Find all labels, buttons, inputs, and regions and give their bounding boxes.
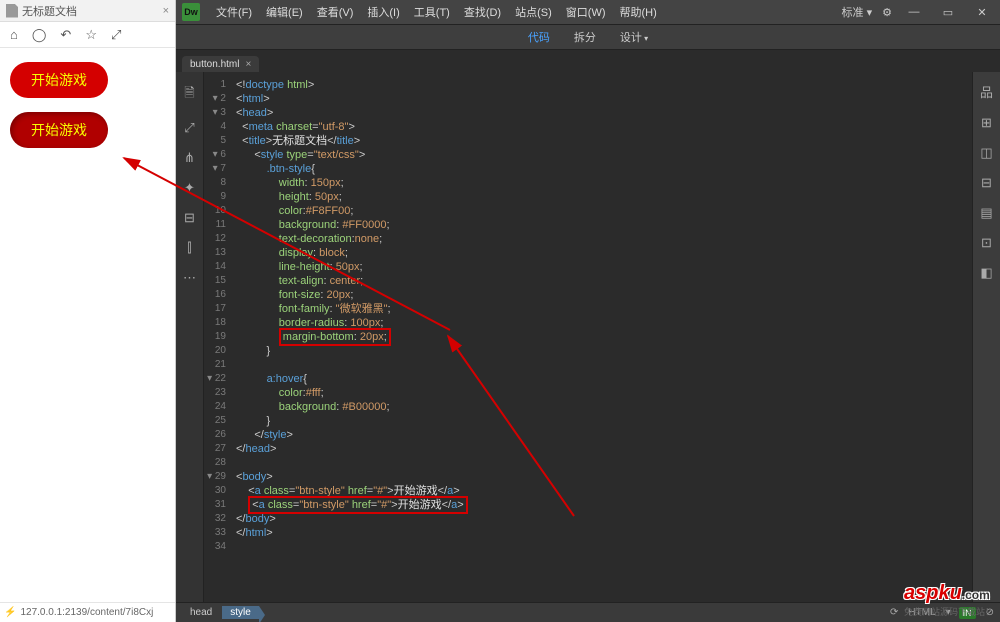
preview-toolbar: ⌂ ◯ ↶ ☆ ⤢ [0, 22, 175, 48]
watermark: aspku.com 免费网站源码下载站！ [904, 582, 994, 618]
menu-tools[interactable]: 工具(T) [408, 4, 456, 20]
home-icon[interactable]: ⌂ [10, 27, 18, 42]
menu-site[interactable]: 站点(S) [509, 4, 558, 20]
menu-edit[interactable]: 编辑(E) [260, 4, 309, 20]
preview-button-2[interactable]: 开始游戏 [10, 112, 108, 148]
preview-tab[interactable]: 无标题文档 × [0, 0, 175, 22]
preview-button-1[interactable]: 开始游戏 [10, 62, 108, 98]
tool-magic-icon[interactable]: ✦ [184, 180, 195, 196]
panel-assets-icon[interactable]: 品 [980, 82, 993, 101]
view-switcher: 代码 拆分 设计 [176, 24, 1000, 50]
right-panel-rail: 品 ⊞ ◫ ⊟ ▤ ⊡ ◧ [972, 72, 1000, 602]
layout-dropdown[interactable]: 标准 ▾ [842, 4, 873, 20]
code-area[interactable]: <!doctype html><html><head> <meta charse… [232, 72, 972, 602]
favorite-icon[interactable]: ☆ [85, 27, 97, 43]
bolt-icon: ⚡ [4, 607, 16, 618]
crumb-head[interactable]: head [182, 606, 220, 619]
preview-status-bar: ⚡ 127.0.0.1:2139/content/7i8Cxj [0, 602, 175, 622]
tool-file-icon[interactable]: 🗎 [184, 84, 194, 106]
file-tab-label: button.html [190, 59, 239, 70]
menu-insert[interactable]: 插入(I) [361, 4, 405, 20]
panel-dom-icon[interactable]: ⊟ [981, 175, 992, 191]
close-icon[interactable]: × [163, 5, 169, 17]
file-tabs: button.html × [176, 50, 1000, 72]
close-tab-icon[interactable]: × [245, 59, 251, 70]
app-logo: Dw [182, 3, 200, 21]
view-design[interactable]: 设计 [620, 29, 648, 45]
document-icon [6, 4, 18, 18]
crumb-style[interactable]: style [222, 606, 259, 619]
panel-behaviors-icon[interactable]: ◧ [980, 265, 992, 281]
preview-url: 127.0.0.1:2139/content/7i8Cxj [20, 607, 153, 618]
live-preview-panel: 无标题文档 × ⌂ ◯ ↶ ☆ ⤢ 开始游戏 开始游戏 ⚡ 127.0.0.1:… [0, 0, 176, 622]
left-tool-rail: 🗎 ⤢ ⋔ ✦ ⊟ ⫿ ⋯ [176, 72, 204, 602]
tool-more-icon[interactable]: ⋯ [183, 270, 196, 286]
panel-css-icon[interactable]: ◫ [980, 145, 992, 161]
dreamweaver-app: Dw 文件(F) 编辑(E) 查看(V) 插入(I) 工具(T) 查找(D) 站… [176, 0, 1000, 622]
window-minimize[interactable]: ― [902, 5, 926, 19]
view-split[interactable]: 拆分 [574, 29, 596, 45]
tool-split-icon[interactable]: ⋔ [184, 150, 195, 166]
tool-expand-icon[interactable]: ⤢ [184, 120, 194, 136]
view-code[interactable]: 代码 [528, 29, 550, 45]
panel-insert-icon[interactable]: ⊞ [981, 115, 992, 131]
panel-snippets-icon[interactable]: ⊡ [981, 235, 992, 251]
menu-window[interactable]: 窗口(W) [560, 4, 612, 20]
line-number-gutter: 1▾ 2▾ 345▾ 6▾ 78910111213141516171819202… [204, 72, 232, 602]
menubar: Dw 文件(F) 编辑(E) 查看(V) 插入(I) 工具(T) 查找(D) 站… [176, 0, 1000, 24]
menu-find[interactable]: 查找(D) [458, 4, 507, 20]
expand-icon[interactable]: ⤢ [111, 27, 121, 43]
preview-body: 开始游戏 开始游戏 [0, 48, 175, 176]
tool-collapse-icon[interactable]: ⫿ [187, 240, 191, 256]
tool-comment-icon[interactable]: ⊟ [184, 210, 195, 226]
editor: 🗎 ⤢ ⋔ ✦ ⊟ ⫿ ⋯ 1▾ 2▾ 345▾ 6▾ 789101112131… [176, 72, 1000, 602]
breadcrumb-bar: head style ⟳ HTML ▾ IN ⊘ [176, 602, 1000, 622]
undo-icon[interactable]: ↶ [60, 27, 71, 43]
file-tab[interactable]: button.html × [182, 56, 259, 72]
menu-view[interactable]: 查看(V) [311, 4, 360, 20]
panel-files-icon[interactable]: ▤ [980, 205, 992, 221]
menu-file[interactable]: 文件(F) [210, 4, 258, 20]
sync-icon[interactable]: ⟳ [890, 607, 898, 618]
settings-icon[interactable]: ⚙ [882, 6, 892, 19]
window-maximize[interactable]: ▭ [936, 5, 960, 19]
window-close[interactable]: ✕ [970, 5, 994, 19]
reload-icon[interactable]: ◯ [32, 27, 47, 43]
preview-tab-title: 无标题文档 [22, 3, 77, 19]
menu-help[interactable]: 帮助(H) [614, 4, 663, 20]
